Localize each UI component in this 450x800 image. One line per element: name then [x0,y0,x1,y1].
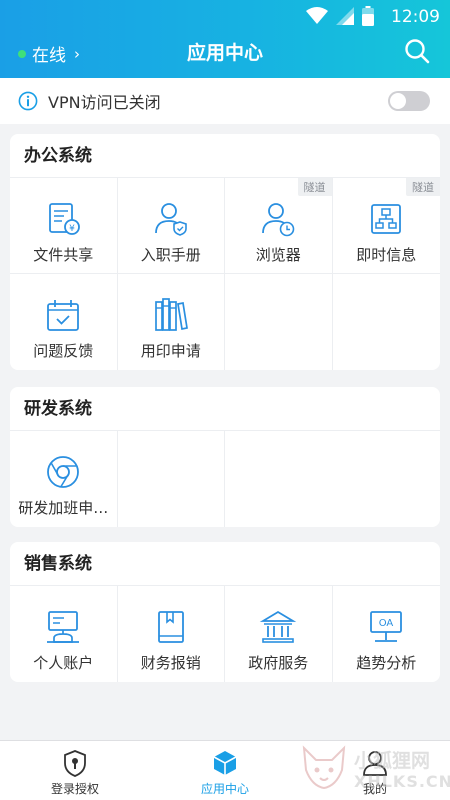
status-bar: 12:09 [0,0,450,32]
tab-app-center[interactable]: 应用中心 [150,741,300,800]
app-browser[interactable]: 隧道 浏览器 [225,178,333,274]
watermark: 小狐狸网 XHLKS.CN [296,738,450,796]
signal-icon [336,7,354,25]
watermark-text: 小狐狸网 [354,750,431,772]
app-rnd-overtime[interactable]: 研发加班申… [10,431,118,527]
app-label: 研发加班申… [18,499,109,517]
page-title: 应用中心 [186,42,263,64]
tab-label: 应用中心 [200,782,249,796]
section-title: 办公系统 [10,134,440,178]
app-label: 个人账户 [33,654,94,672]
search-icon[interactable] [404,38,430,64]
tunnel-badge: 隧道 [406,178,440,196]
user-clock-icon [262,203,295,237]
empty-cell [118,431,225,527]
ledger-book-icon [157,611,184,643]
section-title: 销售系统 [10,542,440,586]
vpn-toggle[interactable] [388,91,430,111]
fox-logo-icon [302,745,346,790]
books-icon [154,298,188,331]
app-government-service[interactable]: 政府服务 [225,586,333,682]
app-seal-request[interactable]: 用印申请 [118,274,225,370]
oa-board-icon: OA [370,611,403,642]
app-label: 政府服务 [248,654,309,672]
user-shield-icon [154,203,187,236]
vpn-status-bar: VPN访问已关闭 [0,78,450,124]
section-sales: 销售系统 个人账户 财务报销 政府服务 OA 趋势分析 [10,542,440,682]
app-instant-message[interactable]: 隧道 即时信息 [332,178,440,274]
app-header: 12:09 在线 › 应用中心 [0,0,450,78]
vpn-status-label: VPN访问已关闭 [48,93,161,112]
empty-cell [225,274,333,370]
app-label: 即时信息 [356,246,417,264]
battery-icon [362,6,374,26]
wifi-icon [306,7,328,24]
section-title: 研发系统 [10,387,440,431]
shield-keyhole-icon [64,750,86,777]
empty-cell [333,431,441,527]
empty-cell [225,431,333,527]
section-office: 办公系统 ¥ 文件共享 入职手册 隧道 浏览器 隧道 即时信息 问题反馈 用印申… [10,134,440,370]
nav-bar: 在线 › 应用中心 [0,32,450,72]
app-label: 浏览器 [255,246,301,264]
toggle-knob [390,93,406,109]
calendar-check-icon [47,300,80,331]
app-label: 用印申请 [140,342,201,360]
info-icon [18,91,38,111]
status-icons [306,6,374,26]
app-file-share[interactable]: ¥ 文件共享 [10,178,118,274]
tab-login-auth[interactable]: 登录授权 [0,741,150,800]
app-grid: ¥ 文件共享 入职手册 隧道 浏览器 隧道 即时信息 问题反馈 用印申请 [10,178,440,370]
tab-label: 登录授权 [50,782,99,796]
tunnel-badge: 隧道 [297,178,332,196]
app-label: 问题反馈 [33,342,94,360]
app-label: 趋势分析 [356,654,417,672]
cube-icon [213,751,237,775]
desk-user-icon [47,611,80,643]
empty-cell [333,274,441,370]
org-chart-icon [371,204,402,234]
app-personal-account[interactable]: 个人账户 [10,586,118,682]
section-rnd: 研发系统 研发加班申… [10,387,440,527]
status-time: 12:09 [391,7,440,27]
svg-text:¥: ¥ [69,224,75,234]
app-label: 入职手册 [140,246,201,264]
government-building-icon [260,610,297,643]
app-trend-analysis[interactable]: OA 趋势分析 [333,586,441,682]
app-finance-reimbursement[interactable]: 财务报销 [118,586,225,682]
app-label: 文件共享 [33,246,94,264]
watermark-domain: XHLKS.CN [354,772,450,791]
app-grid: 研发加班申… [10,431,440,527]
file-share-icon: ¥ [49,203,81,235]
app-grid: 个人账户 财务报销 政府服务 OA 趋势分析 [10,586,440,682]
app-label: 财务报销 [140,654,201,672]
app-onboarding-handbook[interactable]: 入职手册 [117,178,225,274]
app-feedback[interactable]: 问题反馈 [10,274,118,370]
svg-text:OA: OA [379,618,394,629]
chrome-icon [47,456,80,488]
